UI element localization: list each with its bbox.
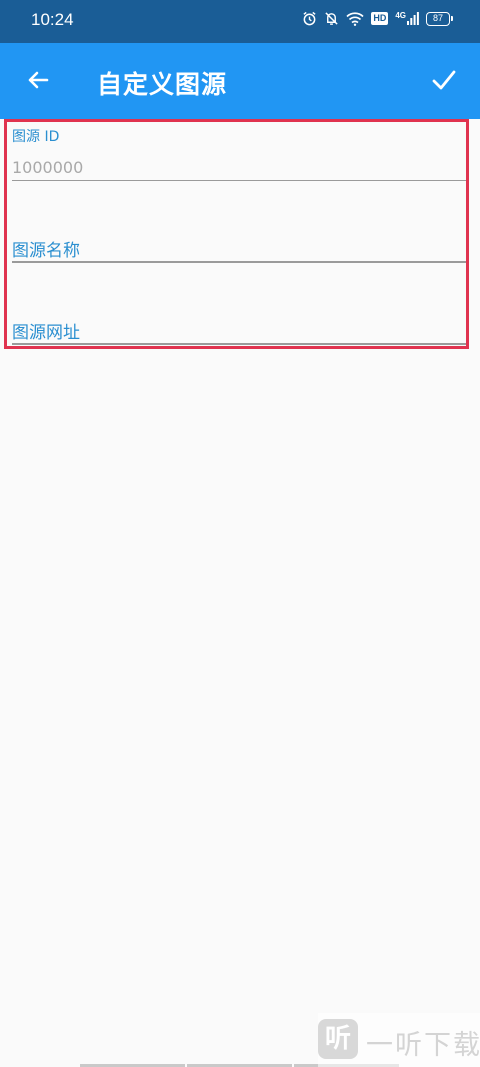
- back-button[interactable]: [18, 60, 58, 100]
- alarm-icon: [302, 11, 317, 26]
- watermark: 听 一听下载: [318, 1013, 480, 1067]
- battery-icon: 87: [426, 11, 453, 26]
- watermark-text: 一听下载: [366, 1030, 480, 1061]
- hd-icon: HD: [371, 12, 389, 25]
- page-title: 自定义图源: [97, 70, 228, 99]
- confirm-button[interactable]: [424, 60, 464, 100]
- network-type-label: 4G: [395, 11, 406, 20]
- mute-bell-icon: [324, 11, 339, 26]
- highlight-box: [4, 119, 469, 349]
- status-time: 10:24: [31, 10, 74, 29]
- signal-icon: 4G: [395, 12, 419, 25]
- wifi-icon: [346, 11, 364, 26]
- check-icon: [432, 70, 456, 90]
- app-bar: 自定义图源: [0, 43, 480, 119]
- arrow-left-icon: [28, 71, 49, 89]
- status-icons: HD 4G 87: [302, 11, 453, 26]
- status-bar: 10:24 HD 4G 87: [0, 0, 480, 43]
- watermark-logo: 听: [318, 1019, 358, 1059]
